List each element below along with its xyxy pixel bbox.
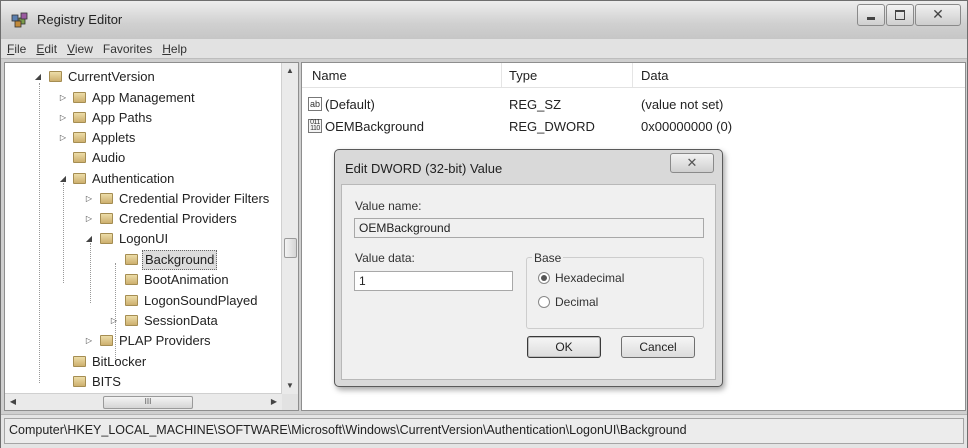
folder-icon — [73, 173, 86, 184]
title-bar[interactable]: Registry Editor ✕ — [1, 1, 967, 39]
folder-icon — [73, 356, 86, 367]
window-title: Registry Editor — [37, 12, 123, 27]
value-data: 0x00000000 (0) — [641, 119, 733, 134]
expand-arrow-icon[interactable]: ▷ — [84, 331, 94, 351]
value-type: REG_DWORD — [509, 119, 595, 134]
status-path: Computer\HKEY_LOCAL_MACHINE\SOFTWARE\Mic… — [9, 423, 687, 437]
maximize-button[interactable] — [886, 4, 914, 26]
folder-icon — [73, 132, 86, 143]
caption-buttons: ✕ — [856, 4, 961, 26]
menu-file[interactable]: File — [7, 42, 26, 56]
base-group — [526, 257, 704, 329]
menu-view[interactable]: View — [67, 42, 93, 56]
expand-arrow-icon[interactable]: ▷ — [58, 88, 68, 108]
cancel-button[interactable]: Cancel — [621, 336, 695, 358]
scroll-up-arrow-icon[interactable]: ▲ — [282, 63, 298, 79]
value-name: OEMBackground — [325, 119, 424, 134]
folder-icon — [100, 233, 113, 244]
base-label: Base — [532, 251, 564, 265]
key-tree-pane: ◢ CurrentVersion ▷ App Management ▷ App … — [4, 62, 299, 411]
menu-help[interactable]: Help — [162, 42, 187, 56]
value-data-input[interactable]: 1 — [354, 271, 513, 291]
value-name-label: Value name: — [355, 199, 422, 213]
scroll-left-arrow-icon[interactable]: ◀ — [5, 394, 21, 410]
edit-dword-dialog: Edit DWORD (32-bit) Value ✕ Value name: … — [334, 149, 723, 387]
collapse-arrow-icon[interactable]: ◢ — [58, 169, 68, 189]
menu-edit[interactable]: Edit — [36, 42, 57, 56]
menu-bar: File Edit View Favorites Help — [1, 39, 967, 59]
value-data-label: Value data: — [355, 251, 415, 265]
folder-icon — [49, 71, 62, 82]
collapse-arrow-icon[interactable]: ◢ — [84, 229, 94, 249]
folder-icon — [73, 152, 86, 163]
minimize-button[interactable] — [857, 4, 885, 26]
decimal-label[interactable]: Decimal — [555, 295, 598, 309]
list-header: Name Type Data — [302, 63, 965, 88]
dialog-close-button[interactable]: ✕ — [670, 153, 714, 173]
ok-button[interactable]: OK — [527, 336, 601, 358]
column-name-header[interactable]: Name — [312, 68, 347, 83]
folder-icon — [73, 376, 86, 387]
string-value-icon: ab — [308, 97, 322, 111]
menu-favorites[interactable]: Favorites — [103, 42, 152, 56]
expand-arrow-icon[interactable]: ▷ — [84, 189, 94, 209]
tree-vertical-scrollbar[interactable]: ▲ ▼ — [281, 63, 298, 394]
value-name: (Default) — [325, 97, 375, 112]
dialog-title: Edit DWORD (32-bit) Value — [345, 161, 503, 176]
registry-editor-window: Registry Editor ✕ File Edit View Favorit… — [0, 0, 968, 448]
status-bar: Computer\HKEY_LOCAL_MACHINE\SOFTWARE\Mic… — [1, 414, 967, 448]
hexadecimal-radio[interactable] — [538, 272, 550, 284]
folder-icon — [100, 335, 113, 346]
folder-icon — [125, 254, 138, 265]
value-name-field: OEMBackground — [354, 218, 704, 238]
dialog-body: Value name: OEMBackground Value data: 1 … — [341, 184, 716, 380]
binary-value-icon: 011 110 — [308, 119, 322, 133]
scrollbar-corner — [282, 394, 298, 410]
key-tree: ◢ CurrentVersion ▷ App Management ▷ App … — [33, 67, 270, 389]
expand-arrow-icon[interactable]: ▷ — [84, 209, 94, 229]
tree-horizontal-scrollbar[interactable]: ◀ III ▶ — [5, 393, 282, 410]
folder-icon — [125, 315, 138, 326]
expand-arrow-icon[interactable]: ▷ — [58, 108, 68, 128]
folder-icon — [100, 193, 113, 204]
list-item[interactable]: 011 110 OEMBackground REG_DWORD 0x000000… — [302, 116, 965, 138]
folder-icon — [125, 274, 138, 285]
value-data: (value not set) — [641, 97, 724, 112]
folder-icon — [73, 92, 86, 103]
scroll-down-arrow-icon[interactable]: ▼ — [282, 378, 298, 394]
expand-arrow-icon[interactable]: ▷ — [58, 128, 68, 148]
folder-icon — [100, 213, 113, 224]
registry-editor-icon — [11, 12, 28, 28]
folder-icon — [125, 295, 138, 306]
folder-icon — [73, 112, 86, 123]
list-item[interactable]: ab (Default) REG_SZ (value not set) — [302, 94, 965, 116]
column-data-header[interactable]: Data — [641, 68, 668, 83]
decimal-radio[interactable] — [538, 296, 550, 308]
scroll-right-arrow-icon[interactable]: ▶ — [266, 394, 282, 410]
status-path-box: Computer\HKEY_LOCAL_MACHINE\SOFTWARE\Mic… — [4, 418, 964, 444]
close-button[interactable]: ✕ — [915, 4, 961, 26]
value-type: REG_SZ — [509, 97, 562, 112]
collapse-arrow-icon[interactable]: ◢ — [33, 67, 43, 87]
expand-arrow-icon[interactable]: ▷ — [109, 311, 119, 331]
hexadecimal-label[interactable]: Hexadecimal — [555, 271, 624, 285]
scroll-thumb[interactable] — [284, 238, 297, 258]
close-icon: ✕ — [932, 6, 944, 22]
scroll-thumb[interactable]: III — [103, 396, 193, 409]
column-type-header[interactable]: Type — [509, 68, 537, 83]
